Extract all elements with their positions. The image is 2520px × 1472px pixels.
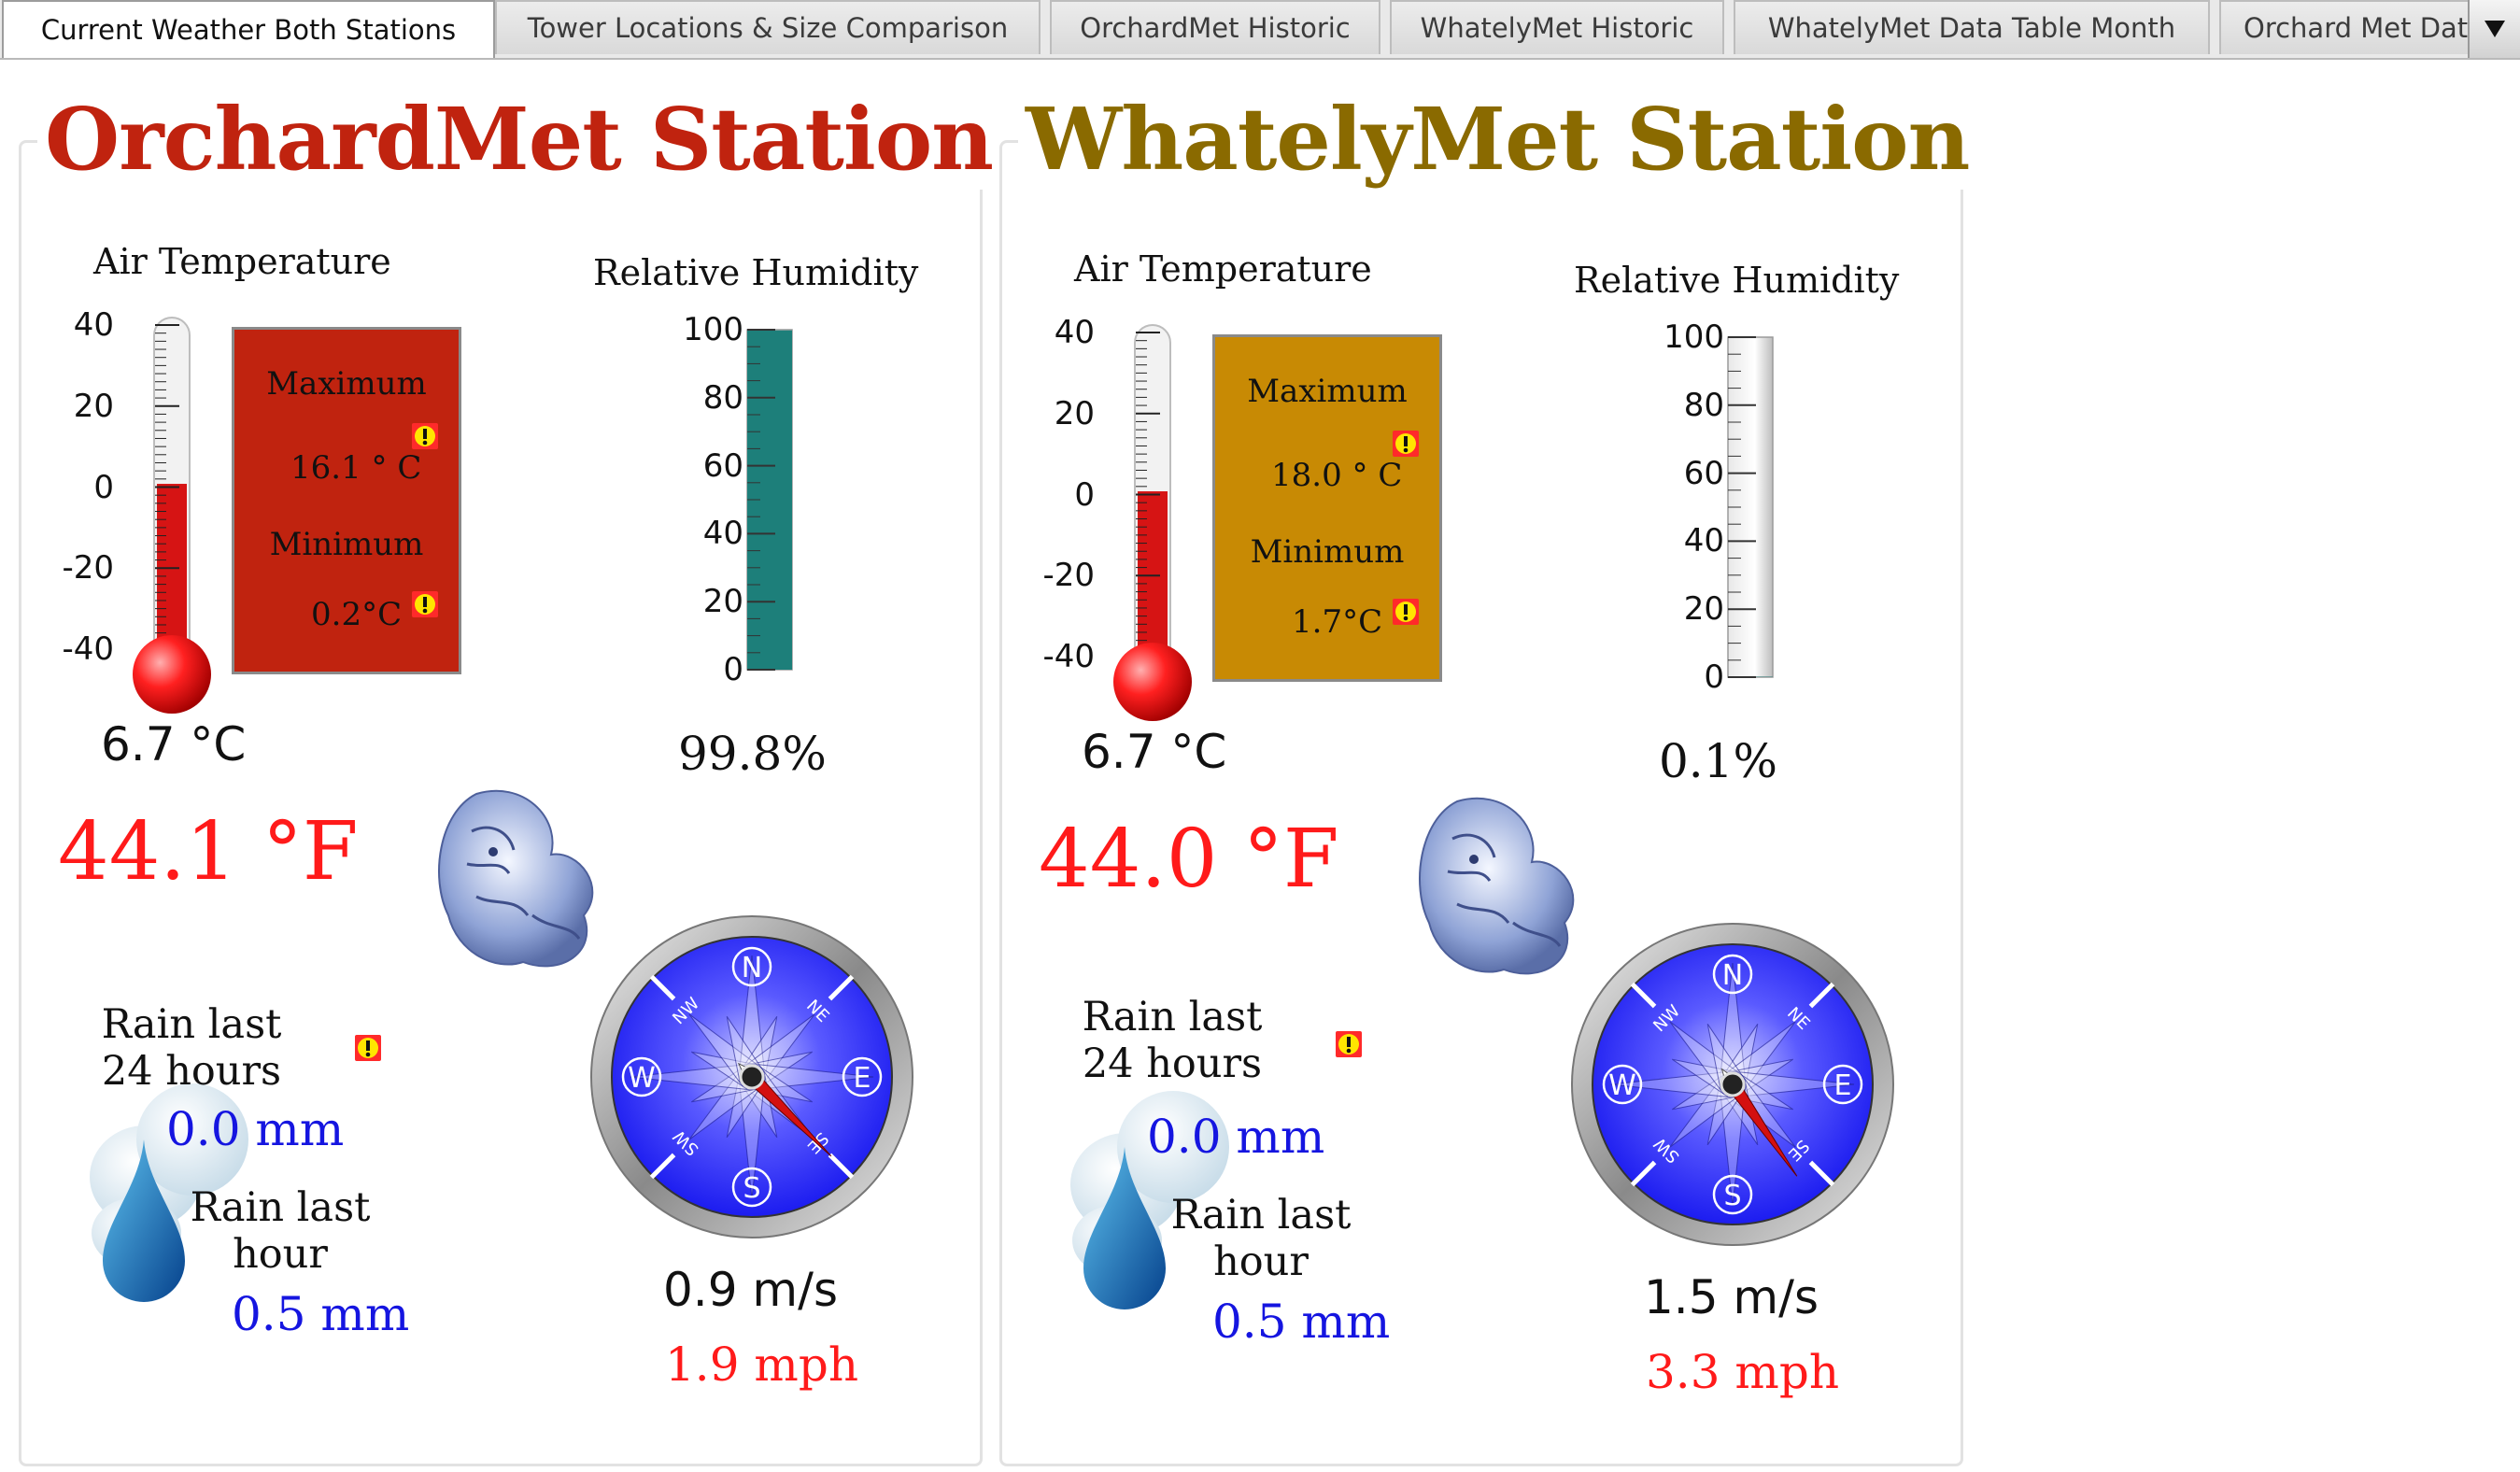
warning-icon[interactable] xyxy=(1393,431,1419,457)
compass-cardinal-label: E xyxy=(1834,1069,1852,1102)
maximum-label: Maximum xyxy=(1247,373,1408,410)
tab-whatelymet-historic[interactable]: WhatelyMet Historic xyxy=(1390,0,1724,54)
compass-cardinal-label: W xyxy=(628,1062,656,1095)
humidity-scale-label: 80 xyxy=(1683,386,1724,424)
rain-last-hour-label: Rain last hour xyxy=(1170,1192,1352,1285)
maximum-value: 18.0 ° C xyxy=(1271,457,1403,494)
humidity-scale-label: 80 xyxy=(702,378,743,417)
humidity-scale-label: 100 xyxy=(1663,318,1724,356)
rain-last-24-hours-value: 0.0 mm xyxy=(1147,1110,1325,1164)
humidity-gauge xyxy=(1727,336,1774,678)
wind-direction-compass: NESWNESESWNW xyxy=(1571,923,1894,1246)
thermometer-scale-label: 20 xyxy=(1054,394,1095,432)
humidity-scale-label: 40 xyxy=(702,515,743,553)
maximum-value: 16.1 ° C xyxy=(290,449,422,487)
humidity-value: 0.1% xyxy=(1659,734,1778,788)
wind-direction-compass: NESWNESESWNW xyxy=(590,915,913,1238)
thermometer-scale-label: -20 xyxy=(62,549,114,587)
thermometer-scale-label: -20 xyxy=(1042,557,1095,595)
humidity-scale-label: 60 xyxy=(702,446,743,485)
maximum-label: Maximum xyxy=(266,365,427,403)
wind-speed-mph: 1.9 mph xyxy=(665,1338,859,1392)
thermometer-scale-label: 40 xyxy=(1054,314,1095,351)
warning-icon[interactable] xyxy=(412,423,438,449)
temperature-celsius: 6.7 °C xyxy=(101,717,247,771)
tab-orchard-met-data[interactable]: Orchard Met Dat xyxy=(2219,0,2470,54)
minimum-value: 0.2°C xyxy=(311,596,403,633)
thermometer-scale-label: 0 xyxy=(1074,475,1095,514)
humidity-gauge xyxy=(746,329,793,671)
warning-icon[interactable] xyxy=(412,591,438,617)
max-min-box: Maximum 18.0 ° C Minimum 1.7°C xyxy=(1212,334,1442,682)
air-temperature-label: Air Temperature xyxy=(93,241,391,282)
thermometer-scale-label: -40 xyxy=(62,630,114,668)
warning-icon[interactable] xyxy=(1393,599,1419,625)
warning-icon[interactable] xyxy=(355,1035,381,1061)
wind-god-image xyxy=(438,789,594,968)
thermometer-bulb xyxy=(133,635,211,714)
temperature-fahrenheit: 44.0 °F xyxy=(1039,813,1339,906)
rain-last-24-hours-label: Rain last 24 hours xyxy=(1082,994,1263,1087)
humidity-scale-label: 100 xyxy=(683,311,743,348)
temperature-fahrenheit: 44.1 °F xyxy=(58,805,359,899)
warning-icon[interactable] xyxy=(1336,1031,1362,1057)
thermometer-scale-label: -40 xyxy=(1042,638,1095,675)
wind-speed-ms: 0.9 m/s xyxy=(663,1263,839,1317)
thermometer-scale-label: 40 xyxy=(73,306,114,344)
humidity-value: 99.8% xyxy=(678,727,827,781)
minimum-value: 1.7°C xyxy=(1292,603,1383,641)
rain-last-24-hours-label: Rain last 24 hours xyxy=(101,1001,282,1095)
relative-humidity-label: Relative Humidity xyxy=(593,252,919,293)
humidity-scale-label: 40 xyxy=(1683,522,1724,560)
tab-scroll-button[interactable] xyxy=(2468,0,2520,58)
humidity-scale-label: 20 xyxy=(1683,590,1724,629)
compass-cardinal-label: N xyxy=(1722,959,1743,992)
thermometer-scale-label: 0 xyxy=(93,468,114,506)
rain-last-hour-label: Rain last hour xyxy=(190,1184,371,1278)
tab-bar: Current Weather Both Stations Tower Loca… xyxy=(0,0,2520,60)
relative-humidity-label: Relative Humidity xyxy=(1574,260,1900,301)
max-min-box: Maximum 16.1 ° C Minimum 0.2°C xyxy=(232,327,461,674)
station-title: WhatelyMet Station xyxy=(1018,89,1977,190)
thermometer-bulb xyxy=(1113,643,1192,721)
rain-last-hour-value: 0.5 mm xyxy=(232,1287,410,1341)
rain-last-hour-value: 0.5 mm xyxy=(1212,1295,1391,1349)
tab-orchardmet-historic[interactable]: OrchardMet Historic xyxy=(1050,0,1380,54)
station-title: OrchardMet Station xyxy=(37,89,1001,190)
minimum-label: Minimum xyxy=(1250,533,1405,571)
compass-cardinal-label: S xyxy=(1723,1180,1741,1212)
tab-tower-locations[interactable]: Tower Locations & Size Comparison xyxy=(495,0,1041,54)
compass-cardinal-label: E xyxy=(854,1062,871,1095)
humidity-scale-label: 20 xyxy=(702,583,743,621)
humidity-scale-label: 0 xyxy=(723,651,743,688)
minimum-label: Minimum xyxy=(269,526,424,563)
thermometer-scale-label: 20 xyxy=(73,387,114,425)
tab-whatelymet-data-table-month[interactable]: WhatelyMet Data Table Month xyxy=(1734,0,2210,54)
wind-speed-ms: 1.5 m/s xyxy=(1644,1270,1819,1324)
humidity-scale-label: 60 xyxy=(1683,454,1724,492)
chevron-down-icon xyxy=(2485,21,2505,37)
compass-cardinal-label: N xyxy=(742,952,762,984)
rain-last-24-hours-value: 0.0 mm xyxy=(166,1102,345,1156)
air-temperature-label: Air Temperature xyxy=(1074,248,1372,290)
humidity-scale-label: 0 xyxy=(1704,658,1724,696)
compass-cardinal-label: S xyxy=(743,1172,760,1205)
tab-current-weather[interactable]: Current Weather Both Stations xyxy=(2,0,495,58)
wind-speed-mph: 3.3 mph xyxy=(1646,1345,1840,1399)
wind-god-image xyxy=(1419,797,1575,975)
compass-cardinal-label: W xyxy=(1608,1069,1636,1102)
temperature-celsius: 6.7 °C xyxy=(1082,725,1227,779)
